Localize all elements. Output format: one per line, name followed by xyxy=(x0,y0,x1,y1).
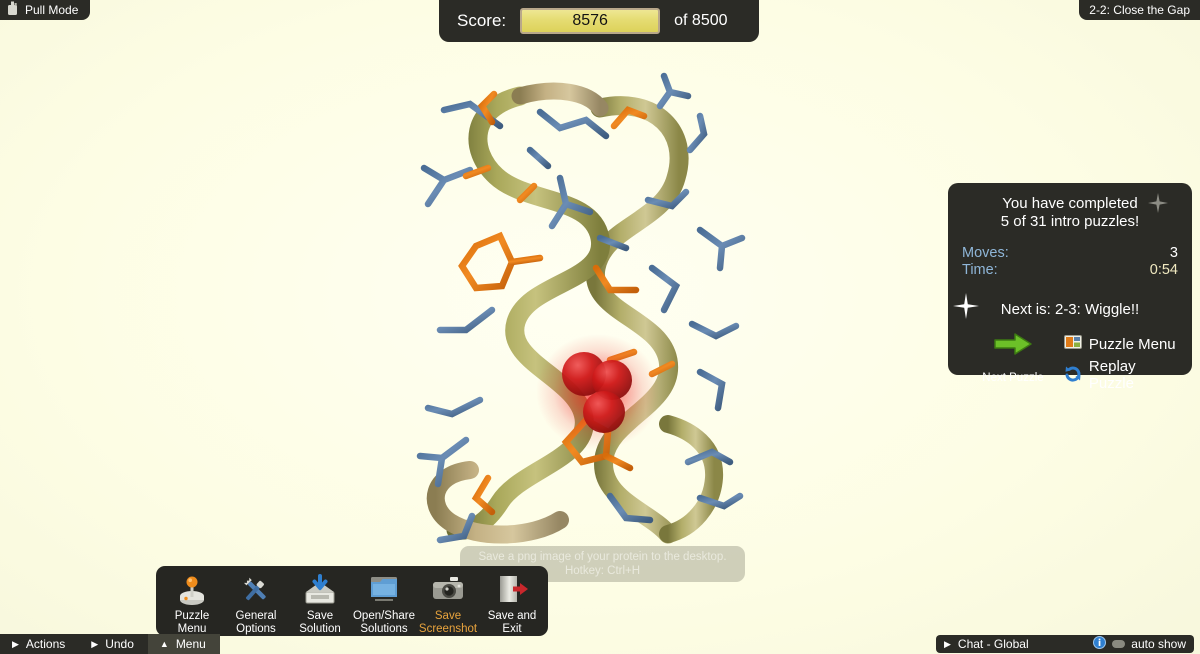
tooltip-line1: Save a png image of your protein to the … xyxy=(478,551,727,563)
menu-label: Menu xyxy=(175,637,206,651)
menu-label-open-share-solutions: Open/Share Solutions xyxy=(352,610,415,635)
score-label: Score: xyxy=(457,11,507,30)
camera-icon xyxy=(430,573,466,607)
triangle-right-icon: ▶ xyxy=(12,638,19,649)
actions-button[interactable]: ▶ Actions xyxy=(0,634,80,654)
completion-title: You have completed 5 of 31 intro puzzles… xyxy=(962,193,1178,231)
folder-icon xyxy=(367,573,401,607)
next-puzzle-label: Next Puzzle xyxy=(982,372,1044,384)
next-puzzle-announcement: Next is: 2-3: Wiggle!! xyxy=(1000,301,1140,318)
clash-indicator xyxy=(536,334,660,450)
moves-row: Moves: 3 xyxy=(962,245,1178,262)
moves-label: Moves: xyxy=(962,245,1009,261)
completion-title-line2: 5 of 31 intro puzzles! xyxy=(1000,213,1140,230)
menu-label-save-screenshot: Save Screenshot xyxy=(418,610,478,635)
menu-toolbar: Puzzle Menu General Options Save Solutio… xyxy=(156,566,548,636)
moves-value: 3 xyxy=(1169,245,1178,261)
hand-cursor-icon xyxy=(6,1,19,19)
auto-show-label: auto show xyxy=(1131,637,1186,651)
tools-icon xyxy=(240,573,272,607)
completion-panel: You have completed 5 of 31 intro puzzles… xyxy=(948,183,1192,392)
auto-show-toggle[interactable] xyxy=(1112,640,1126,648)
menu-label-save-solution: Save Solution xyxy=(299,610,341,635)
score-target: of 8500 xyxy=(674,12,728,29)
time-row: Time: 0:54 xyxy=(962,262,1178,279)
exit-door-icon xyxy=(495,573,529,607)
menu-item-save-solution[interactable]: Save Solution xyxy=(288,573,352,636)
replay-puzzle-label: Replay Puzzle xyxy=(1088,358,1136,392)
pull-mode-label: Pull Mode xyxy=(25,3,79,17)
actions-label: Actions xyxy=(25,637,66,651)
save-disk-icon xyxy=(303,573,337,607)
info-icon[interactable] xyxy=(1093,636,1107,652)
time-value: 0:54 xyxy=(1149,262,1178,278)
time-label: Time: xyxy=(962,262,998,278)
score-bar: Score: 8576 of 8500 xyxy=(439,0,759,42)
protein-backbone xyxy=(426,82,724,544)
puzzle-name-label: 2-2: Close the Gap xyxy=(1089,3,1190,17)
menu-label-general-options: General Options xyxy=(235,610,277,635)
undo-label: Undo xyxy=(105,637,134,651)
green-arrow-icon xyxy=(993,332,1033,361)
triangle-right-icon: ▶ xyxy=(91,638,99,649)
triangle-right-icon: ▶ xyxy=(944,638,951,649)
completion-stats: Moves: 3 Time: 0:54 xyxy=(953,245,1178,319)
chat-label-text: Chat - Global xyxy=(957,637,1029,651)
menu-item-open-share-solutions[interactable]: Open/Share Solutions xyxy=(352,573,416,636)
puzzle-menu-label: Puzzle Menu xyxy=(1088,335,1176,353)
menu-label-save-and-exit: Save and Exit xyxy=(487,610,537,635)
menu-item-puzzle-menu[interactable]: Puzzle Menu xyxy=(160,573,224,636)
completion-actions: Next Puzzle Puzzle Menu Replay Puzzle xyxy=(962,332,1178,392)
puzzle-name-chip: 2-2: Close the Gap xyxy=(1079,0,1200,20)
replay-icon xyxy=(1064,365,1082,386)
menu-item-save-screenshot[interactable]: Save Screenshot xyxy=(416,573,480,636)
undo-button[interactable]: ▶ Undo xyxy=(79,634,148,654)
puzzle-menu-link[interactable]: Puzzle Menu xyxy=(1063,334,1178,354)
next-puzzle-button[interactable]: Next Puzzle xyxy=(962,332,1064,384)
status-bar: ▶ Actions ▶ Undo ▲ Menu ▶ Chat - Global xyxy=(0,634,1200,654)
tooltip-line2: Hotkey: Ctrl+H xyxy=(564,565,641,577)
menu-item-general-options[interactable]: General Options xyxy=(224,573,288,636)
puzzle-menu-icon xyxy=(1063,334,1082,354)
menu-button[interactable]: ▲ Menu xyxy=(147,634,220,654)
replay-puzzle-link[interactable]: Replay Puzzle xyxy=(1064,358,1178,392)
completion-title-line1: You have completed xyxy=(1002,195,1138,212)
menu-label-puzzle-menu: Puzzle Menu xyxy=(174,610,210,635)
menu-item-save-and-exit[interactable]: Save and Exit xyxy=(480,573,544,636)
chat-bar: ▶ Chat - Global auto show xyxy=(936,635,1194,653)
chat-toggle[interactable]: ▶ Chat - Global xyxy=(944,637,1029,651)
pull-mode-indicator: Pull Mode xyxy=(0,0,91,20)
joystick-icon xyxy=(177,573,207,607)
score-value-box: 8576 xyxy=(520,8,661,34)
triangle-up-icon: ▲ xyxy=(159,638,169,649)
